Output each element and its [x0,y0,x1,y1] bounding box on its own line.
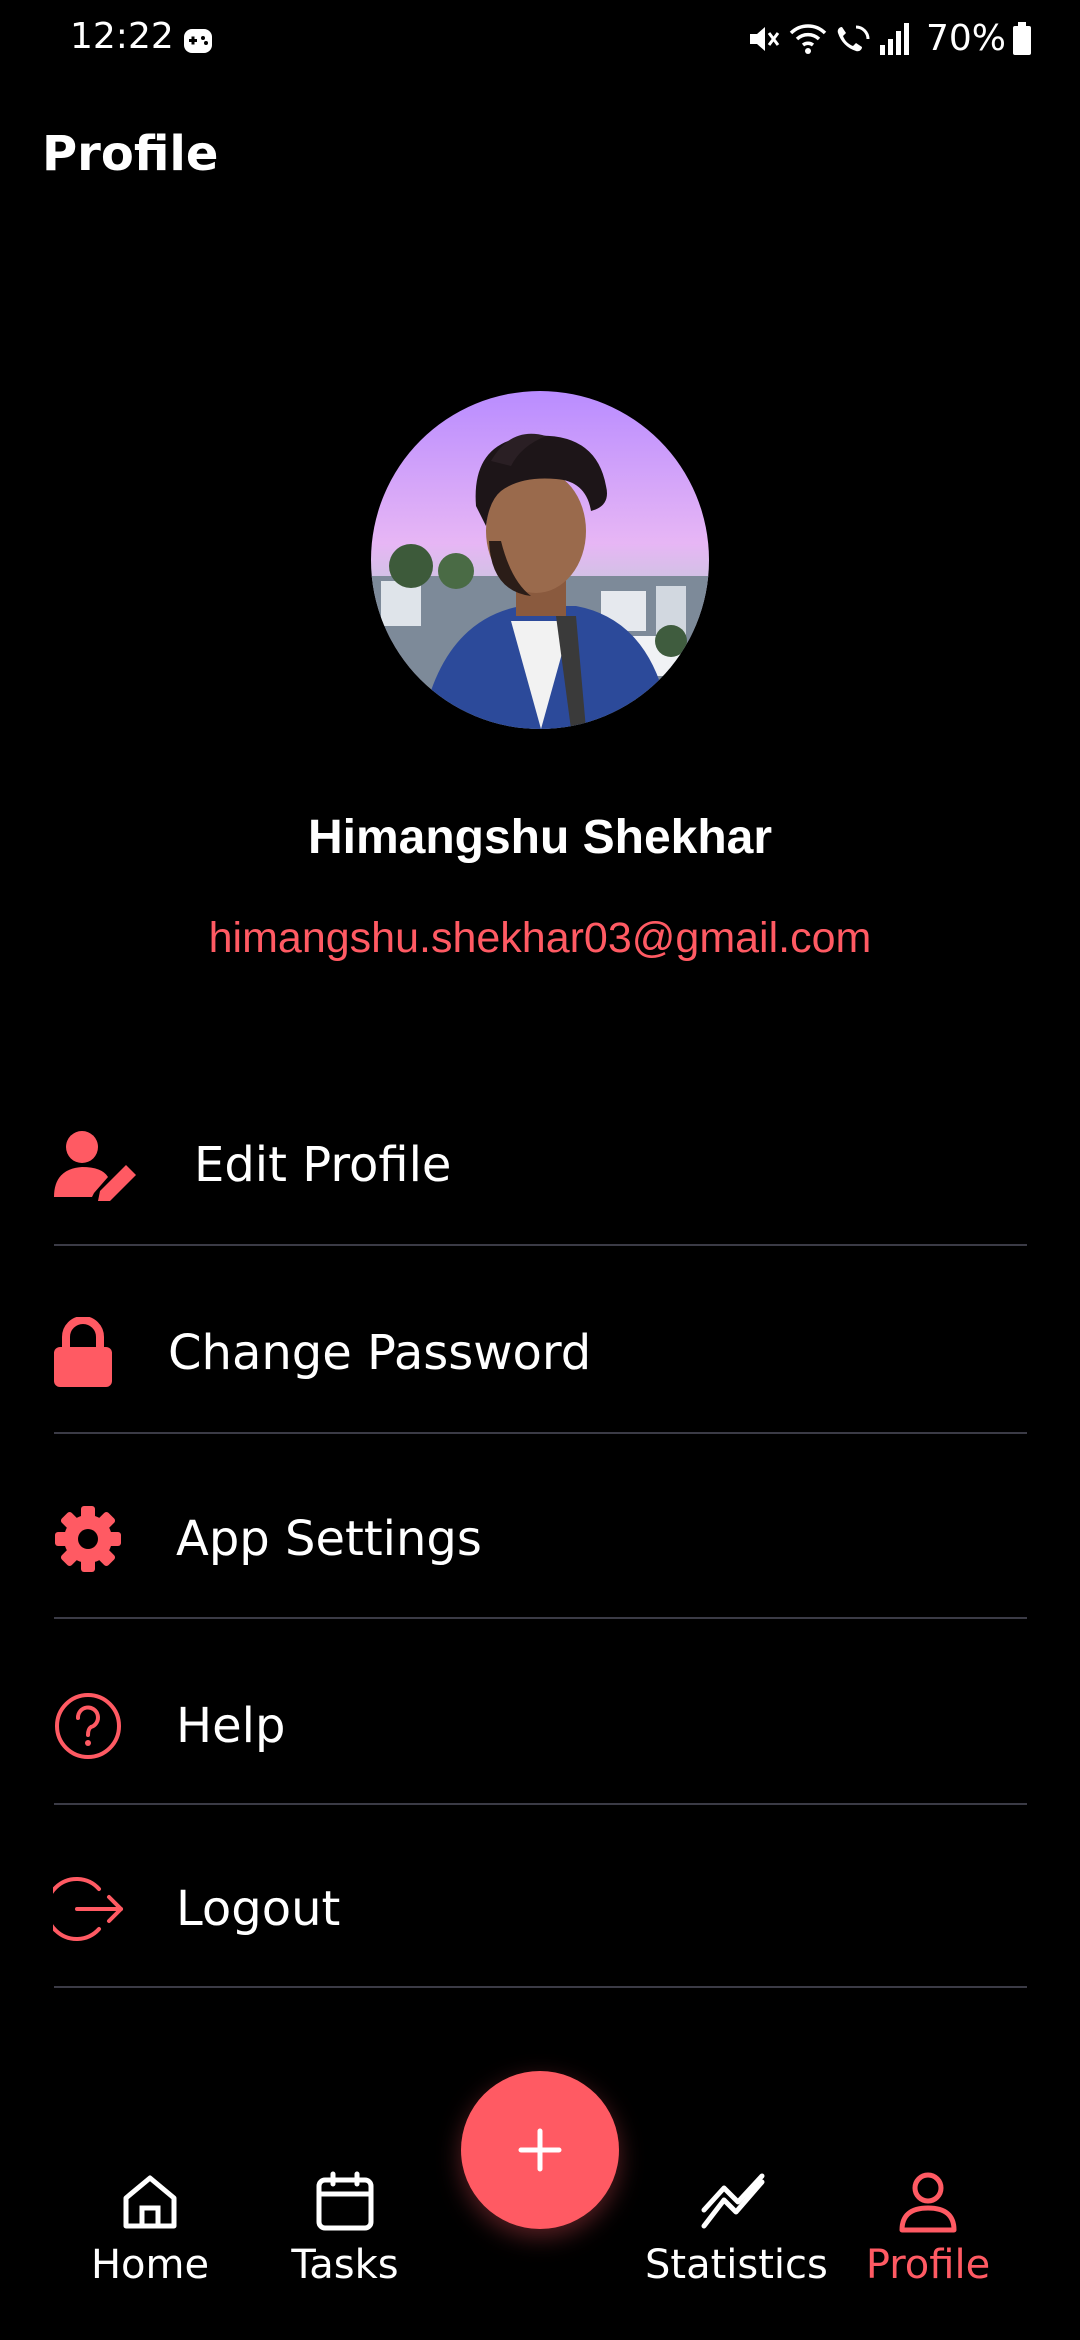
divider [54,1244,1027,1246]
gamepad-icon [184,29,212,53]
plus-icon [518,2128,562,2172]
menu-label: Logout [176,1881,341,1937]
chart-icon [701,2173,765,2229]
divider [54,1617,1027,1619]
battery-percent: 70% [925,18,1006,59]
divider [54,1432,1027,1434]
menu-label: Change Password [168,1325,592,1381]
nav-tasks-label: Tasks [291,2242,399,2288]
wifi-icon [789,23,827,54]
profile-photo [371,391,709,729]
signal-icon [879,22,909,55]
status-icons: 70% [746,18,1032,59]
nav-profile-label: Profile [865,2242,991,2288]
avatar[interactable] [371,391,709,729]
menu-label: Help [176,1698,286,1754]
page-title: Profile [42,126,219,182]
nav-statistics-label: Statistics [645,2242,828,2288]
nav-home-label: Home [90,2242,210,2288]
menu-label: App Settings [176,1511,482,1567]
nav-tasks[interactable]: Tasks [255,2170,435,2288]
menu-item-change-password[interactable]: Change Password [0,1260,1080,1446]
wifi-call-icon [837,25,870,51]
divider [54,1986,1027,1988]
menu-item-edit-profile[interactable]: Edit Profile [0,1072,1080,1258]
mute-icon [749,26,780,51]
logout-icon [53,1877,123,1941]
home-icon [123,2175,177,2229]
menu-item-help[interactable]: Help [0,1633,1080,1819]
help-icon [55,1693,121,1759]
menu-item-app-settings[interactable]: App Settings [0,1446,1080,1632]
nav-home[interactable]: Home [60,2170,240,2288]
status-time: 12:22 [70,16,174,57]
user-email: himangshu.shekhar03@gmail.com [208,914,872,962]
user-icon [899,2172,957,2233]
nav-profile[interactable]: Profile [838,2170,1018,2288]
menu-label: Edit Profile [194,1137,452,1193]
status-bar: 12:22 70% [0,0,1080,84]
lock-icon [54,1317,112,1387]
calendar-icon [316,2171,374,2231]
user-edit-icon [54,1131,136,1201]
nav-statistics[interactable]: Statistics [645,2170,828,2288]
menu-item-logout[interactable]: Logout [0,1816,1080,2002]
divider [54,1803,1027,1805]
user-name: Himangshu Shekhar [307,811,773,864]
gear-icon [55,1506,121,1572]
add-task-button[interactable] [461,2071,619,2229]
battery-icon [1013,21,1031,55]
